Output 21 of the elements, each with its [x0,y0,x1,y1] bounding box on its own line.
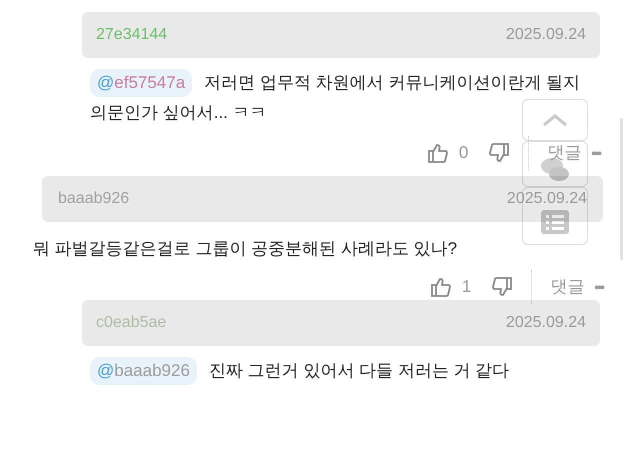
thumbs-down-icon[interactable] [491,276,514,298]
thumbs-up-icon[interactable] [430,276,452,298]
comment-date: 2025.09.24 [506,313,586,333]
more-button[interactable]: ••• [594,276,603,298]
thumbs-down-icon[interactable] [488,142,510,164]
list-icon [541,210,569,234]
reply-button[interactable]: 댓글 [547,140,582,166]
username[interactable]: c0eab5ae [96,311,166,335]
username[interactable]: baaab926 [58,187,130,211]
like-count: 0 [458,142,468,164]
like-count: 1 [462,276,472,298]
comment-text: 뭐 파벌갈등같은걸로 그룹이 공중분해된 사례라도 있나? [33,239,458,258]
comment-date: 2025.09.24 [506,25,586,45]
username[interactable]: 27e34144 [96,23,168,47]
reply-button[interactable]: 댓글 [550,274,584,300]
chevron-up-icon [542,113,568,127]
more-button[interactable]: ••• [591,142,600,164]
comment-text: @baaab926 진짜 그런거 있어서 다들 저러는 거 같다 [82,346,600,386]
comment-text: @ef57547a 저러면 업무적 차원에서 커뮤니케이션이란게 될지 의문인가 싶어서... ㅋㅋ [82,58,600,128]
comment-date: 2025.09.24 [506,189,587,209]
thumbs-up-icon[interactable] [426,142,449,164]
